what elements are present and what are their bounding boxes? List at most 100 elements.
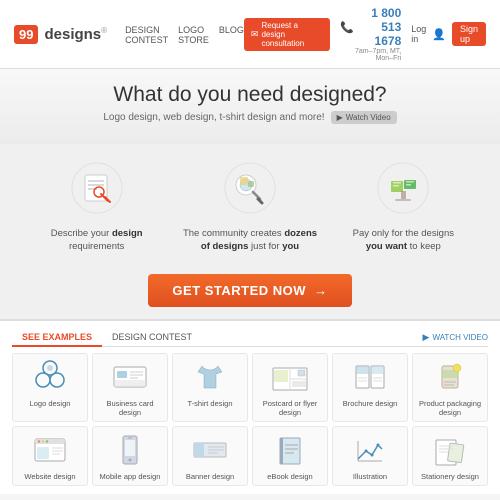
examples-section: SEE EXAMPLES DESIGN CONTEST ▶ WATCH VIDE… bbox=[0, 319, 500, 494]
design-item-banner[interactable]: Banner design bbox=[172, 426, 248, 486]
nav-links: DESIGN CONTEST LOGO STORE BLOG bbox=[125, 25, 244, 45]
step-1-illustration bbox=[67, 161, 127, 216]
hero-subtitle: Logo design, web design, t-shirt design … bbox=[20, 111, 480, 124]
logo-design-label: Logo design bbox=[15, 399, 85, 408]
postcard-thumb bbox=[268, 358, 312, 396]
header-right: ✉ Request a design consultation 📞 1 800 … bbox=[244, 6, 486, 62]
design-grid: Logo design Business card design bbox=[12, 353, 488, 422]
hero-section: What do you need designed? Logo design, … bbox=[0, 69, 500, 144]
step-1-text: Describe your designrequirements bbox=[28, 227, 165, 254]
consult-button[interactable]: ✉ Request a design consultation bbox=[244, 18, 330, 51]
step-1: Describe your designrequirements bbox=[20, 152, 173, 258]
header: 99 designs® DESIGN CONTEST LOGO STORE BL… bbox=[0, 0, 500, 69]
design-item-mobile[interactable]: Mobile app design bbox=[92, 426, 168, 486]
brochure-icon bbox=[348, 358, 392, 396]
stationery-thumb bbox=[428, 431, 472, 469]
logo-design-icon bbox=[28, 358, 72, 396]
hero-title-prefix: What do you need bbox=[113, 83, 289, 106]
watch-video-right[interactable]: ▶ WATCH VIDEO bbox=[423, 332, 488, 343]
envelope-icon: ✉ bbox=[251, 29, 259, 40]
website-thumb bbox=[28, 431, 72, 469]
mobile-thumb bbox=[108, 431, 152, 469]
website-icon bbox=[28, 431, 72, 469]
header-login: Log in 👤 Sign up bbox=[411, 22, 486, 46]
hero-title: What do you need designed? bbox=[20, 83, 480, 107]
step-2-text: The community creates dozensof designs j… bbox=[181, 227, 318, 254]
step-2-illustration bbox=[220, 161, 280, 216]
watch-video-label: Watch Video bbox=[346, 113, 391, 122]
business-card-icon bbox=[108, 358, 152, 396]
phone-sub: 7am–7pm, MT, Mon–Fri bbox=[340, 48, 401, 62]
phone-number: 📞 1 800 513 1678 bbox=[340, 6, 401, 48]
design-item-postcard[interactable]: Postcard or flyer design bbox=[252, 353, 328, 422]
nav-item-logo-store[interactable]: LOGO STORE bbox=[178, 25, 209, 45]
brochure-label: Brochure design bbox=[335, 399, 405, 408]
banner-icon bbox=[188, 431, 232, 469]
brand-name: designs bbox=[44, 26, 101, 43]
stationery-icon bbox=[428, 431, 472, 469]
illustration-icon bbox=[348, 431, 392, 469]
business-card-label: Business card design bbox=[95, 399, 165, 417]
steps-section: Describe your designrequirements The com… bbox=[0, 144, 500, 266]
step-3: Pay only for the designsyou want to keep bbox=[327, 152, 480, 258]
ebook-icon bbox=[268, 431, 312, 469]
user-icon: 👤 bbox=[432, 28, 446, 41]
examples-tabs: SEE EXAMPLES DESIGN CONTEST ▶ WATCH VIDE… bbox=[12, 329, 488, 347]
nav-item-design-contest[interactable]: DESIGN CONTEST bbox=[125, 25, 168, 45]
design-item-packaging[interactable]: Product packaging design bbox=[412, 353, 488, 422]
website-label: Website design bbox=[15, 472, 85, 481]
tshirt-thumb bbox=[188, 358, 232, 396]
step-2-icon bbox=[215, 156, 285, 221]
logo-area: 99 designs® DESIGN CONTEST LOGO STORE BL… bbox=[14, 23, 244, 45]
phone-area: 📞 1 800 513 1678 7am–7pm, MT, Mon–Fri bbox=[340, 6, 401, 62]
logo-number[interactable]: 99 bbox=[14, 25, 38, 44]
mobile-label: Mobile app design bbox=[95, 472, 165, 481]
design-item-ebook[interactable]: eBook design bbox=[252, 426, 328, 486]
mobile-icon bbox=[108, 431, 152, 469]
watch-video-right-label: WATCH VIDEO bbox=[432, 333, 488, 342]
design-item-business-card[interactable]: Business card design bbox=[92, 353, 168, 422]
step-3-text: Pay only for the designsyou want to keep bbox=[335, 227, 472, 254]
design-item-tshirt[interactable]: T-shirt design bbox=[172, 353, 248, 422]
tab-design-contest[interactable]: DESIGN CONTEST bbox=[102, 329, 202, 347]
play-icon-small: ▶ bbox=[423, 332, 430, 343]
get-started-button[interactable]: GET STARTED NOW → bbox=[148, 274, 351, 307]
tshirt-icon bbox=[188, 358, 232, 396]
design-grid-bottom: Website design Mobile app design bbox=[12, 426, 488, 486]
packaging-icon bbox=[428, 358, 472, 396]
cta-section: GET STARTED NOW → bbox=[0, 266, 500, 319]
step-3-illustration bbox=[373, 161, 433, 216]
packaging-label: Product packaging design bbox=[415, 399, 485, 417]
logo-design-thumb bbox=[28, 358, 72, 396]
stationery-label: Stationery design bbox=[415, 472, 485, 481]
ebook-thumb bbox=[268, 431, 312, 469]
phone-digits: 1 800 513 1678 bbox=[357, 6, 402, 48]
hero-subtitle-text: Logo design, web design, t-shirt design … bbox=[103, 112, 324, 123]
phone-icon: 📞 bbox=[340, 21, 354, 34]
watch-video-button[interactable]: ▶ Watch Video bbox=[331, 111, 397, 124]
consult-label: Request a design consultation bbox=[261, 21, 323, 48]
brochure-thumb bbox=[348, 358, 392, 396]
logo-reg: ® bbox=[101, 26, 107, 35]
banner-thumb bbox=[188, 431, 232, 469]
login-link[interactable]: Log in bbox=[411, 24, 426, 44]
nav-item-blog[interactable]: BLOG bbox=[219, 25, 244, 45]
design-item-brochure[interactable]: Brochure design bbox=[332, 353, 408, 422]
business-card-thumb bbox=[108, 358, 152, 396]
signup-button[interactable]: Sign up bbox=[452, 22, 486, 46]
hero-title-suffix: designed? bbox=[290, 83, 387, 106]
packaging-thumb bbox=[428, 358, 472, 396]
illustration-thumb bbox=[348, 431, 392, 469]
design-item-stationery[interactable]: Stationery design bbox=[412, 426, 488, 486]
cta-arrow-icon: → bbox=[314, 283, 328, 298]
play-icon: ▶ bbox=[337, 113, 343, 122]
tshirt-label: T-shirt design bbox=[175, 399, 245, 408]
logo-brand[interactable]: designs® bbox=[44, 26, 107, 43]
postcard-label: Postcard or flyer design bbox=[255, 399, 325, 417]
design-item-website[interactable]: Website design bbox=[12, 426, 88, 486]
tab-see-examples[interactable]: SEE EXAMPLES bbox=[12, 329, 102, 347]
design-item-logo[interactable]: Logo design bbox=[12, 353, 88, 422]
banner-label: Banner design bbox=[175, 472, 245, 481]
design-item-illustration[interactable]: Illustration bbox=[332, 426, 408, 486]
illustration-label: Illustration bbox=[335, 472, 405, 481]
